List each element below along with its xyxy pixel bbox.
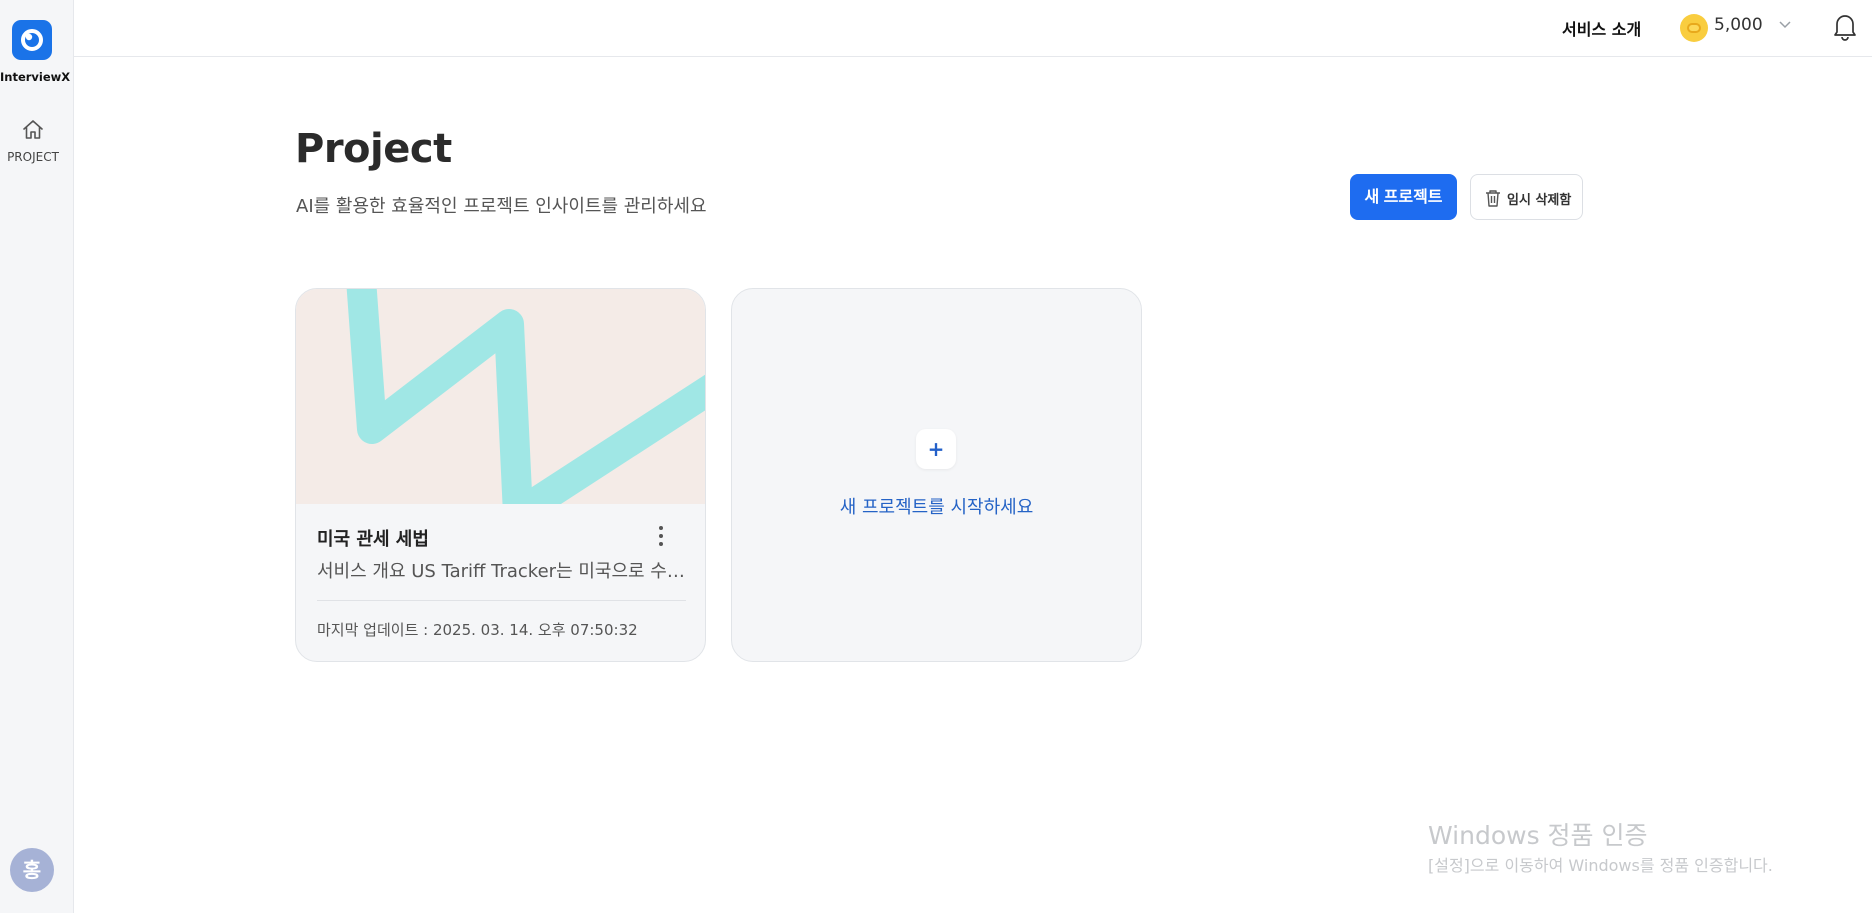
brand-name: InterviewX [0, 70, 71, 84]
avatar[interactable]: 홍 [10, 848, 54, 892]
project-title: 미국 관세 세법 [317, 529, 429, 550]
card-divider [317, 600, 686, 601]
credit-balance: 5,000 [1714, 15, 1763, 35]
more-vertical-icon[interactable] [656, 525, 666, 547]
watermark-title: Windows 정품 인증 [1428, 821, 1648, 850]
logo-icon[interactable] [12, 20, 52, 60]
trash-button[interactable]: 임시 삭제함 [1470, 174, 1583, 220]
trash-button-label: 임시 삭제함 [1507, 193, 1572, 208]
project-thumbnail [296, 289, 705, 529]
project-description: 서비스 개요 US Tariff Tracker는 미국으로 수출하는 기업을 … [317, 561, 687, 582]
home-icon [23, 120, 43, 139]
new-project-button[interactable]: 새 프로젝트 [1350, 174, 1457, 220]
sidebar-item-label: PROJECT [7, 150, 59, 164]
new-project-card-label: 새 프로젝트를 시작하세요 [839, 497, 1034, 518]
watermark-subtitle: [설정]으로 이동하여 Windows를 정품 인증합니다. [1428, 856, 1773, 875]
project-card[interactable]: 미국 관세 세법 서비스 개요 US Tariff Tracker는 미국으로 … [295, 288, 706, 662]
service-intro-link[interactable]: 서비스 소개 [1562, 16, 1641, 40]
plus-icon: + [916, 429, 956, 469]
new-project-card[interactable]: + 새 프로젝트를 시작하세요 [731, 288, 1142, 662]
chevron-down-icon[interactable] [1778, 20, 1792, 30]
project-updated: 마지막 업데이트 : 2025. 03. 14. 오후 07:50:32 [317, 621, 638, 639]
coin-icon [1680, 14, 1708, 42]
sidebar: InterviewX PROJECT 홍 [0, 0, 74, 913]
page-title: Project [295, 126, 452, 172]
sidebar-item-project[interactable]: PROJECT [0, 116, 66, 176]
topbar: 서비스 소개 5,000 [74, 0, 1872, 57]
page-subtitle: AI를 활용한 효율적인 프로젝트 인사이트를 관리하세요 [296, 196, 707, 217]
trash-icon [1486, 190, 1500, 207]
bell-icon[interactable] [1831, 11, 1859, 41]
